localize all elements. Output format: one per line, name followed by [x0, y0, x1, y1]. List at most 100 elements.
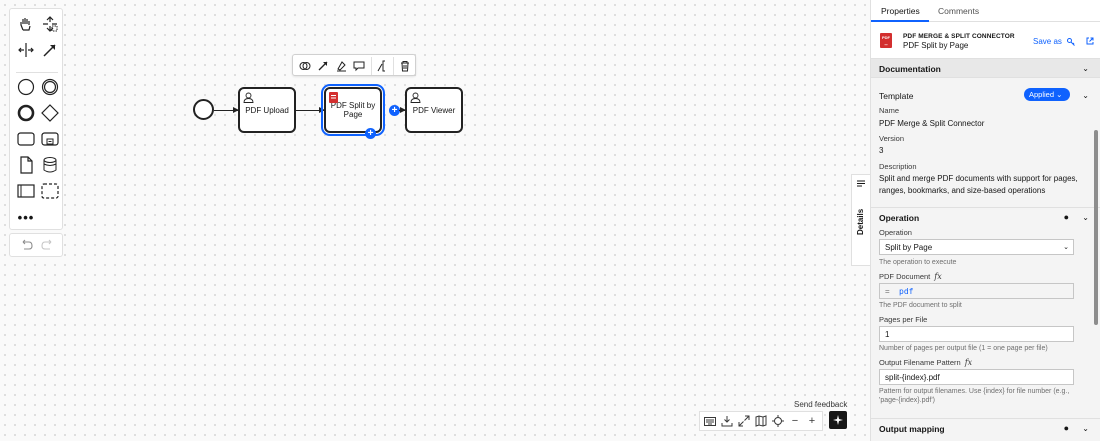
section-title: Operation	[879, 213, 920, 223]
end-event-icon[interactable]	[16, 103, 36, 123]
task-label: PDF Viewer	[412, 105, 456, 115]
sequence-flow[interactable]	[296, 107, 325, 113]
applied-label: Applied	[1029, 90, 1055, 99]
intermediate-event-icon[interactable]	[40, 77, 60, 97]
operation-value: Split by Page	[885, 243, 933, 252]
text-annotation-icon[interactable]	[375, 58, 391, 74]
template-version-label: Version	[879, 134, 905, 143]
tab-comments[interactable]: Comments	[938, 6, 979, 16]
section-operation[interactable]: Operation ● ⌄	[871, 207, 1100, 226]
operation-label: Operation	[879, 228, 912, 237]
panel-scrollbar[interactable]	[1094, 130, 1098, 325]
comment-icon[interactable]	[351, 58, 367, 74]
save-as-button[interactable]: Save as	[1033, 37, 1075, 46]
user-task-icon	[410, 92, 421, 105]
connect-arrow-icon[interactable]	[315, 58, 331, 74]
details-label: Details	[856, 208, 865, 235]
undo-redo-bar	[9, 233, 63, 257]
pool-icon[interactable]	[16, 181, 36, 201]
section-title: Documentation	[879, 64, 941, 74]
zoom-out-icon[interactable]: −	[788, 414, 802, 428]
pdf-document-input[interactable]: = pdf	[879, 283, 1074, 299]
sequence-flow[interactable]	[214, 107, 239, 113]
list-icon	[857, 180, 865, 187]
details-toggle[interactable]: Details	[851, 174, 870, 266]
start-event-icon[interactable]	[16, 77, 36, 97]
pdf-connector-icon	[329, 92, 338, 105]
operation-select[interactable]: Split by Page ⌄	[879, 239, 1074, 255]
undo-icon[interactable]	[18, 237, 34, 253]
chevron-down-icon: ⌄	[1082, 64, 1089, 73]
context-toolbar	[292, 54, 416, 76]
tab-properties[interactable]: Properties	[881, 6, 920, 16]
key-icon	[1067, 37, 1075, 46]
task-pdf-upload[interactable]: PDF Upload	[238, 87, 296, 133]
divider	[393, 57, 394, 75]
color-icon[interactable]	[333, 58, 349, 74]
minimap-icon[interactable]	[754, 414, 768, 428]
append-below-icon[interactable]: +	[365, 128, 376, 139]
fx-icon: fx	[964, 358, 973, 367]
applied-badge[interactable]: Applied ⌄	[1024, 88, 1070, 101]
element-type: PDF MERGE & SPLIT CONNECTOR	[903, 33, 1015, 40]
task-pdf-split[interactable]: PDF Split by Page	[321, 84, 385, 136]
output-pattern-input[interactable]: split-{index}.pdf	[879, 369, 1074, 385]
download-icon[interactable]	[720, 414, 734, 428]
properties-panel: Properties Comments PDF ⚊ PDF MERGE & SPL…	[870, 0, 1100, 441]
pdf-icon: PDF ⚊	[880, 33, 892, 48]
template-name-label: Name	[879, 106, 900, 115]
section-output-mapping[interactable]: Output mapping ● ⌄	[871, 418, 1100, 437]
template-description-value: Split and merge PDF documents with suppo…	[879, 174, 1078, 195]
output-pattern-help: Pattern for output filenames. Use {index…	[879, 388, 1070, 404]
section-documentation[interactable]: Documentation ⌄	[871, 59, 1100, 78]
keyboard-icon[interactable]	[703, 414, 717, 428]
redo-icon[interactable]	[40, 237, 56, 253]
pages-per-file-label: Pages per File	[879, 315, 928, 324]
zoom-in-icon[interactable]: +	[805, 414, 819, 428]
group-icon[interactable]	[40, 181, 60, 201]
element-name: PDF Split by Page	[903, 41, 969, 50]
chevron-down-icon: ⌄	[1063, 244, 1069, 251]
chevron-down-icon: ⌄	[1082, 213, 1089, 222]
task-icon[interactable]	[16, 129, 36, 149]
task-label: PDF Upload	[245, 105, 289, 115]
fx-icon: fx	[934, 272, 942, 281]
open-external-icon[interactable]	[1086, 37, 1094, 45]
send-feedback-link[interactable]: Send feedback	[794, 400, 847, 409]
panel-tabs: Properties Comments	[871, 0, 1100, 22]
feel-equals-icon: =	[885, 287, 890, 296]
more-icon[interactable]: •••	[16, 207, 36, 227]
status-dot-icon: ●	[1063, 212, 1069, 222]
data-object-icon[interactable]	[16, 155, 36, 175]
task-pdf-viewer[interactable]: PDF Viewer	[405, 87, 463, 133]
save-as-label: Save as	[1033, 37, 1062, 46]
chevron-down-icon: ⌄	[1082, 91, 1089, 100]
canvas-tools: − +	[699, 411, 823, 431]
delete-icon[interactable]	[397, 58, 413, 74]
data-store-icon[interactable]	[40, 155, 60, 175]
sparkle-icon	[833, 415, 843, 425]
section-title: Template	[879, 91, 914, 101]
pdf-document-help: The PDF document to split	[879, 302, 962, 309]
connect-tool-icon[interactable]	[40, 40, 60, 60]
hand-tool-icon[interactable]	[16, 14, 36, 34]
template-name-value: PDF Merge & Split Connector	[879, 119, 985, 128]
palette: •••	[9, 8, 63, 230]
subprocess-icon[interactable]	[40, 129, 60, 149]
template-version-value: 3	[879, 146, 884, 155]
gateway-icon[interactable]	[40, 103, 60, 123]
lasso-tool-icon[interactable]	[40, 14, 60, 34]
ai-assistant-button[interactable]	[829, 411, 847, 429]
template-description-label: Description	[879, 162, 917, 171]
status-dot-icon: ●	[1063, 423, 1069, 433]
chevron-down-icon: ⌄	[1082, 424, 1089, 433]
center-icon[interactable]	[771, 414, 785, 428]
divider	[371, 57, 372, 75]
start-event[interactable]	[193, 99, 214, 120]
replace-icon[interactable]	[297, 58, 313, 74]
space-tool-icon[interactable]	[16, 40, 36, 60]
output-pattern-label: Output Filename Pattern fx	[879, 358, 973, 367]
section-title: Output mapping	[879, 424, 945, 434]
fullscreen-icon[interactable]	[737, 414, 751, 428]
pages-per-file-input[interactable]: 1	[879, 326, 1074, 342]
